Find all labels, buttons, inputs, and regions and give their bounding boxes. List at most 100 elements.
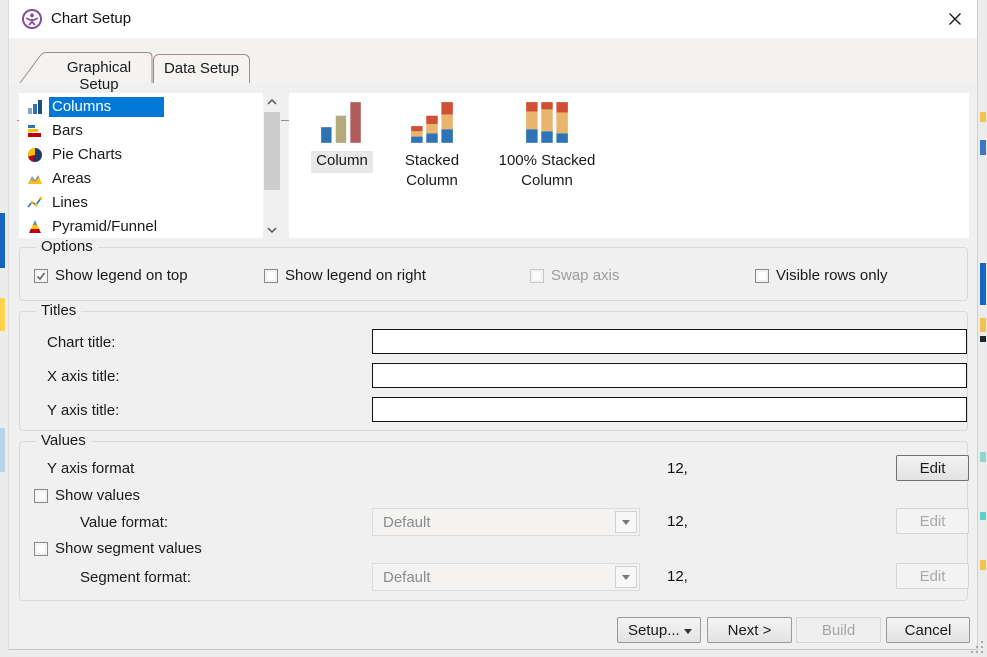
title-bar: Chart Setup [9, 0, 977, 38]
segment-format-code: 12, [667, 568, 688, 585]
chart-setup-dialog: Chart Setup Graphical Setup Data Setup [8, 0, 978, 650]
checkbox-label: Show segment values [55, 540, 202, 557]
group-legend: Values [36, 432, 91, 449]
lines-icon [27, 195, 43, 211]
columns-icon [27, 99, 43, 115]
x-axis-title-label: X axis title: [47, 368, 120, 385]
chart-title-label: Chart title: [47, 334, 115, 351]
setup-button-label: Setup... [628, 622, 680, 639]
list-item-columns[interactable]: Columns [19, 95, 281, 119]
dropdown-value: Default [383, 514, 431, 531]
segment-format-edit-button: Edit [896, 563, 969, 589]
pie-icon [27, 147, 43, 163]
type-label: Stacked Column [399, 151, 465, 191]
setup-menu-button[interactable]: Setup... [617, 617, 701, 643]
list-item-label: Columns [49, 97, 164, 117]
checkbox-label: Show legend on right [285, 267, 426, 284]
app-logo-icon [21, 8, 43, 30]
desktop-fragment [980, 452, 986, 462]
screen: Chart Setup Graphical Setup Data Setup [0, 0, 987, 657]
checkbox-checked-icon [34, 269, 48, 283]
list-item-areas[interactable]: Areas [19, 167, 281, 191]
list-item-lines[interactable]: Lines [19, 191, 281, 215]
chevron-down-icon [615, 566, 637, 588]
checkbox-icon [755, 269, 769, 283]
group-legend: Options [36, 238, 98, 255]
list-item-bars[interactable]: Bars [19, 119, 281, 143]
checkbox-label: Swap axis [551, 267, 619, 284]
checkbox-icon [264, 269, 278, 283]
window-title: Chart Setup [51, 10, 131, 27]
type-label: 100% Stacked Column [497, 151, 597, 191]
type-stacked-column[interactable]: Stacked Column [399, 99, 465, 191]
hundred-stacked-column-chart-icon [523, 99, 571, 147]
checkbox-swap-axis: Swap axis [530, 267, 619, 284]
tab-graphical-setup[interactable]: Graphical Setup [19, 52, 153, 83]
checkbox-show-legend-on-top[interactable]: Show legend on top [34, 267, 188, 284]
desktop-fragment [980, 560, 986, 570]
desktop-fragment [980, 112, 986, 122]
column-chart-icon [318, 99, 366, 147]
list-item-pyramid-funnel[interactable]: Pyramid/Funnel [19, 215, 281, 239]
tab-band: Graphical Setup Data Setup [9, 38, 977, 83]
type-100-stacked-column[interactable]: 100% Stacked Column [497, 99, 597, 191]
desktop-fragment [980, 512, 986, 520]
value-format-code: 12, [667, 513, 688, 530]
desktop-fragment [980, 140, 986, 155]
checkbox-icon [34, 542, 48, 556]
build-button: Build [796, 617, 881, 643]
values-group: Values Y axis format 12, Edit Show value… [19, 441, 968, 601]
checkbox-label: Visible rows only [776, 267, 887, 284]
scrollbar-thumb[interactable] [264, 112, 280, 190]
chart-type-gallery: Column Stacked Column [289, 93, 969, 238]
checkbox-icon [34, 489, 48, 503]
list-item-label: Areas [49, 169, 94, 189]
y-axis-format-code: 12, [667, 460, 688, 477]
segment-format-label: Segment format: [80, 569, 191, 586]
stacked-column-chart-icon [408, 99, 456, 147]
bars-icon [27, 123, 43, 139]
resize-grip[interactable] [971, 641, 985, 655]
tab-label: Graphical Setup [49, 59, 149, 93]
chevron-down-icon [684, 629, 692, 634]
desktop-fragment [0, 213, 5, 268]
checkbox-label: Show values [55, 487, 140, 504]
titles-group: Titles Chart title: X axis title: Y axis… [19, 311, 968, 431]
value-format-dropdown: Default [372, 508, 640, 536]
list-item-pie-charts[interactable]: Pie Charts [19, 143, 281, 167]
checkbox-show-values[interactable]: Show values [34, 487, 140, 504]
value-format-label: Value format: [80, 514, 168, 531]
checkbox-show-legend-on-right[interactable]: Show legend on right [264, 267, 426, 284]
chevron-down-icon [615, 511, 637, 533]
segment-format-dropdown: Default [372, 563, 640, 591]
tab-data-setup[interactable]: Data Setup [153, 54, 250, 83]
y-axis-title-label: Y axis title: [47, 402, 119, 419]
areas-icon [27, 171, 43, 187]
checkbox-icon [530, 269, 544, 283]
next-button[interactable]: Next > [707, 617, 792, 643]
y-axis-title-input[interactable] [372, 397, 967, 422]
scroll-up-icon[interactable] [263, 93, 281, 110]
value-format-edit-button: Edit [896, 508, 969, 534]
desktop-fragment [980, 318, 986, 332]
type-column[interactable]: Column [303, 99, 381, 173]
chart-category-list: Columns Bars Pie Charts Areas [19, 93, 281, 238]
list-item-label: Lines [49, 193, 91, 213]
y-axis-format-edit-button[interactable]: Edit [896, 455, 969, 481]
type-label: Column [311, 151, 373, 173]
options-group: Options Show legend on top Show legend o… [19, 247, 968, 301]
pyramid-icon [27, 219, 43, 235]
desktop-fragment [0, 428, 5, 472]
x-axis-title-input[interactable] [372, 363, 967, 388]
close-button[interactable] [935, 0, 975, 38]
dropdown-value: Default [383, 569, 431, 586]
chart-title-input[interactable] [372, 329, 967, 354]
list-item-label: Pie Charts [49, 145, 125, 165]
scroll-down-icon[interactable] [263, 221, 281, 238]
checkbox-visible-rows-only[interactable]: Visible rows only [755, 267, 887, 284]
list-item-label: Bars [49, 121, 86, 141]
checkbox-show-segment-values[interactable]: Show segment values [34, 540, 202, 557]
cancel-button[interactable]: Cancel [886, 617, 970, 643]
desktop-fragment [980, 336, 986, 342]
desktop-fragment [0, 298, 5, 331]
